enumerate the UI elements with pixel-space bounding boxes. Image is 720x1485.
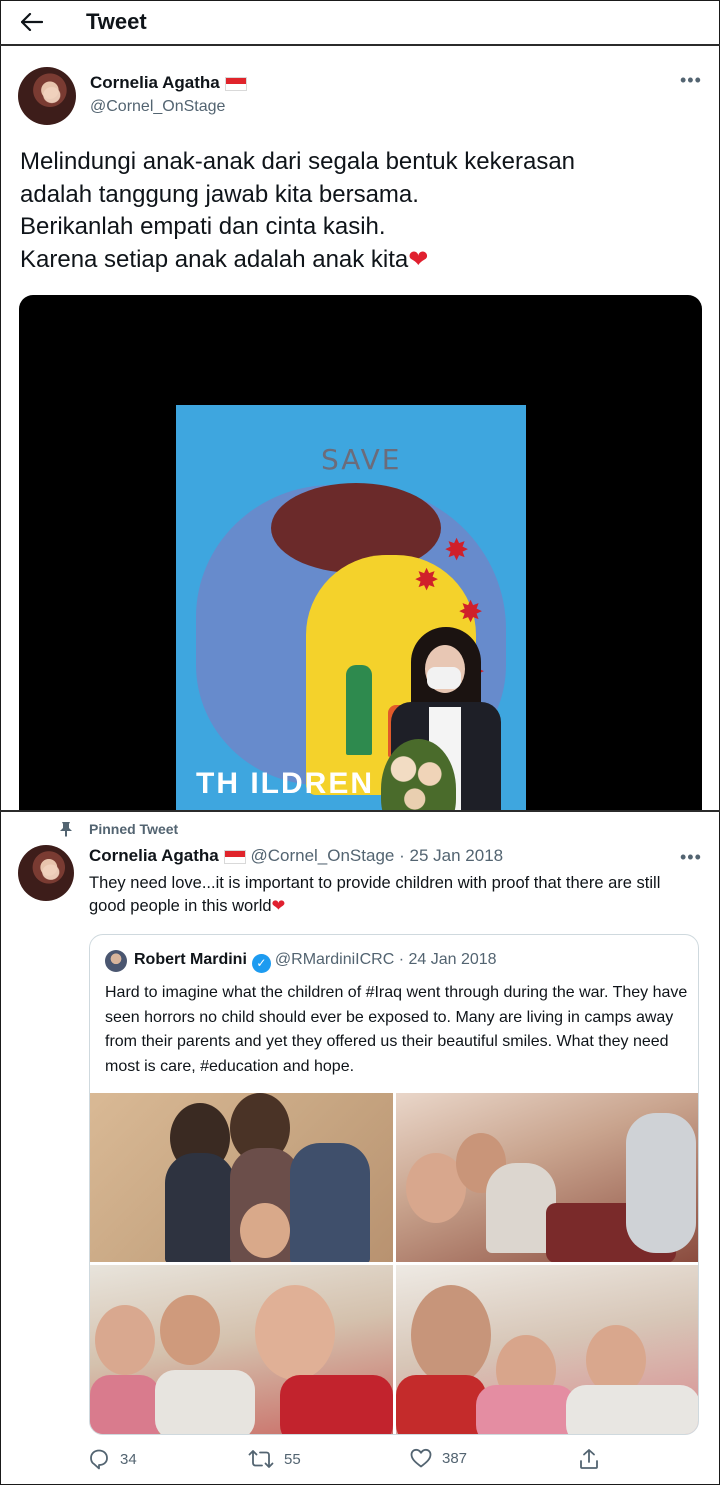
like-button[interactable]: 387	[410, 1448, 467, 1468]
quoted-author-handle: @RMardiniICRC	[274, 951, 395, 968]
reply-button[interactable]: 34	[88, 1448, 137, 1470]
quoted-tweet-date: 24 Jan 2018	[408, 951, 497, 968]
pinned-tweet-date[interactable]: 25 Jan 2018	[410, 846, 504, 865]
author-name[interactable]: Cornelia Agatha	[90, 73, 247, 93]
poster-devil-icon: ✸	[458, 596, 484, 629]
poster-save-text: SAVE	[321, 443, 402, 476]
quoted-photo-3[interactable]	[90, 1265, 393, 1434]
poster-devil-icon: ✸	[414, 564, 440, 597]
like-count: 387	[442, 1449, 468, 1467]
indonesia-flag-icon	[224, 76, 247, 91]
quoted-photo-4[interactable]	[396, 1265, 698, 1434]
person-in-photo	[381, 627, 511, 811]
meta-separator: ·	[399, 846, 405, 865]
quoted-photo-2[interactable]	[396, 1093, 698, 1262]
photo-divider	[0, 810, 720, 812]
pin-icon	[58, 821, 74, 837]
pinned-tweet-meta: Cornelia Agatha @Cornel_OnStage · 25 Jan…	[89, 846, 503, 866]
quoted-photo-grid	[90, 1093, 698, 1434]
tweet-line-2: adalah tanggung jawab kita bersama.	[20, 180, 419, 208]
author-handle[interactable]: @Cornel_OnStage	[90, 98, 225, 116]
more-icon[interactable]: •••	[680, 70, 702, 91]
verified-icon: ✓	[251, 954, 271, 973]
retweet-icon	[248, 1448, 274, 1470]
quoted-tweet-meta: Robert Mardini ✓ @RMardiniICRC · 24 Jan 20…	[134, 951, 497, 973]
retweet-button[interactable]: 55	[248, 1448, 301, 1470]
reply-icon	[88, 1448, 110, 1470]
pinned-label: Pinned Tweet	[89, 821, 179, 837]
poster-kid	[346, 665, 372, 755]
author-name-text: Cornelia Agatha	[90, 73, 220, 92]
pinned-tweet-text: They need love...it is important to prov…	[89, 872, 699, 918]
tweet-line-4: Karena setiap anak adalah anak kita	[20, 245, 409, 273]
header-divider	[0, 44, 720, 46]
pinned-author-name[interactable]: Cornelia Agatha	[89, 846, 219, 865]
author-avatar[interactable]	[18, 67, 76, 125]
back-arrow-icon[interactable]	[18, 8, 46, 36]
quoted-author-avatar	[105, 950, 127, 972]
page-title: Tweet	[86, 9, 147, 34]
share-button[interactable]	[578, 1448, 600, 1470]
indonesia-flag-icon	[223, 849, 246, 864]
quoted-photo-1[interactable]	[90, 1093, 393, 1262]
tweet-action-bar: 34 55 387	[0, 1446, 720, 1480]
quoted-tweet-text: Hard to imagine what the children of #Ir…	[105, 984, 688, 1075]
like-icon	[410, 1448, 432, 1468]
tweet-line-1: Melindungi anak-anak dari segala bentuk …	[20, 148, 576, 175]
heart-emoji: ❤	[271, 897, 286, 915]
heart-emoji: ❤	[408, 245, 429, 273]
poster-image: ✸ ✸ ✸ ✸ ✸ SAVE TH ILDREN	[176, 405, 526, 811]
reply-count: 34	[120, 1450, 137, 1468]
share-icon	[578, 1448, 600, 1470]
top-bar: Tweet	[0, 0, 720, 46]
pinned-author-avatar[interactable]	[18, 845, 74, 901]
pinned-tweet-body: They need love...it is important to prov…	[89, 874, 661, 915]
pinned-more-icon[interactable]: •••	[680, 847, 702, 868]
tweet-line-3: Berikanlah empati dan cinta kasih.	[20, 213, 386, 240]
poster-children-text: TH ILDREN	[196, 767, 374, 800]
tweet-text: Melindungi anak-anak dari segala bentuk …	[20, 146, 700, 276]
retweet-count: 55	[284, 1450, 301, 1468]
quoted-author-name: Robert Mardini	[134, 951, 247, 968]
tweet-photo[interactable]: ✸ ✸ ✸ ✸ ✸ SAVE TH ILDREN	[19, 295, 702, 811]
pinned-author-handle[interactable]: @Cornel_OnStage	[250, 846, 394, 865]
quoted-tweet-card[interactable]: Robert Mardini ✓ @RMardiniICRC · 24 Jan 20…	[89, 934, 699, 1435]
meta-separator: ·	[398, 951, 405, 968]
poster-devil-icon: ✸	[444, 534, 470, 567]
